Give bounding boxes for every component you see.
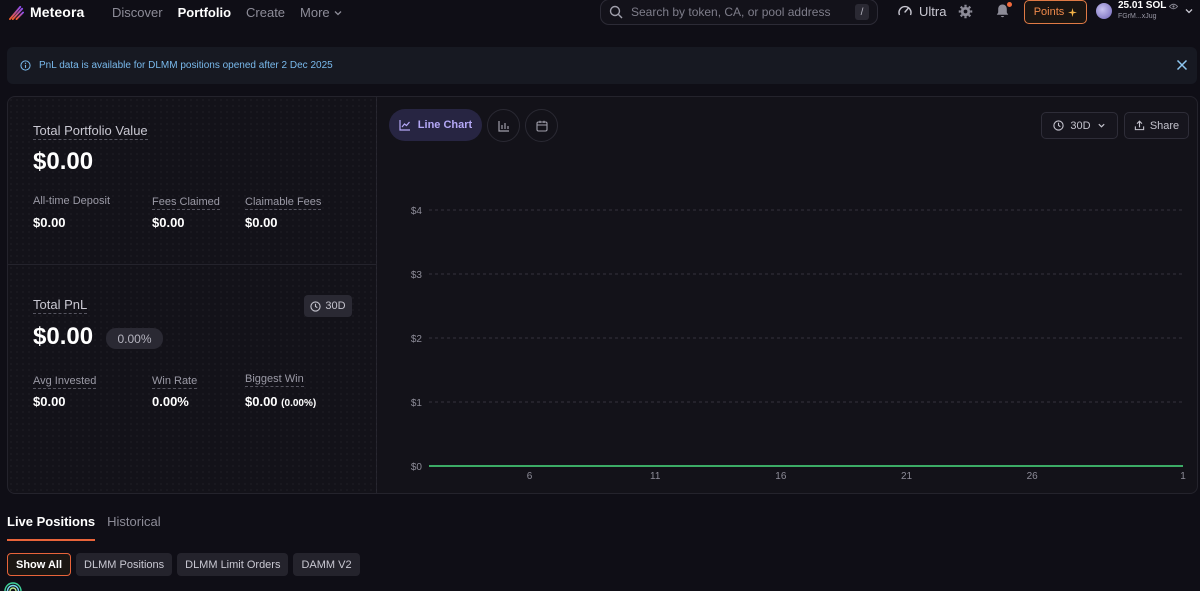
divider	[8, 264, 377, 265]
brand-logo[interactable]: Meteora	[9, 4, 84, 20]
pnl-period-badge: 30D	[304, 295, 352, 317]
points-label: Points	[1033, 6, 1065, 18]
search-box[interactable]: /	[600, 0, 878, 25]
calendar-tab[interactable]	[525, 109, 558, 142]
deposit-label: All-time Deposit	[33, 195, 111, 207]
nav-portfolio[interactable]: Portfolio	[178, 5, 231, 20]
deposit-value: $0.00	[33, 215, 66, 230]
line-chart-label: Line Chart	[417, 119, 473, 131]
wallet-balance: 25.01 SOL	[1118, 0, 1179, 11]
pnl-period-label: 30D	[325, 300, 346, 312]
nav-create[interactable]: Create	[246, 5, 285, 20]
y-tick-label: $0	[411, 462, 423, 473]
avg-invested-value: $0.00	[33, 394, 66, 409]
y-tick-label: $3	[411, 270, 423, 281]
biggest-win-value: $0.00	[245, 394, 278, 409]
search-shortcut-key: /	[855, 4, 869, 20]
positions-tabs: Live Positions Historical	[7, 514, 161, 541]
nav-more-label: More	[300, 5, 330, 20]
clock-icon	[1053, 120, 1065, 131]
portfolio-card: Total Portfolio Value $0.00 All-time Dep…	[7, 96, 1198, 494]
wallet-balance-value: 25.01 SOL	[1118, 0, 1167, 11]
pnl-info-banner: PnL data is available for DLMM positions…	[7, 47, 1197, 84]
chevron-down-icon	[334, 10, 342, 15]
fees-claimed-label: Fees Claimed	[152, 196, 220, 210]
win-rate-value: 0.00%	[152, 394, 189, 409]
filter-damm-v2[interactable]: DAMM V2	[293, 553, 360, 576]
wallet-avatar	[1096, 2, 1112, 19]
win-rate-label: Win Rate	[152, 375, 198, 389]
share-button[interactable]: Share	[1124, 112, 1189, 139]
nav-discover[interactable]: Discover	[112, 5, 163, 20]
wallet-info: 25.01 SOL FGrM...xJug	[1118, 0, 1179, 20]
filter-dlmm-limit-orders[interactable]: DLMM Limit Orders	[177, 553, 289, 576]
wallet-button[interactable]: 25.01 SOL FGrM...xJug	[1096, 1, 1194, 20]
nav-links: Discover Portfolio Create More	[112, 5, 343, 20]
chevron-down-icon	[1185, 8, 1193, 13]
support-widget-icon[interactable]	[3, 573, 23, 591]
gear-icon[interactable]	[958, 4, 973, 19]
claimable-fees-value: $0.00	[245, 215, 278, 230]
position-filters: Show All DLMM Positions DLMM Limit Order…	[7, 553, 360, 576]
portfolio-value-title: Total Portfolio Value	[33, 123, 148, 140]
x-tick-label: 21	[901, 471, 913, 482]
biggest-win-percent: (0.00%)	[281, 398, 317, 409]
tab-historical[interactable]: Historical	[107, 514, 160, 541]
banner-text: PnL data is available for DLMM positions…	[39, 60, 333, 71]
points-button[interactable]: Points	[1024, 0, 1087, 24]
biggest-win: $0.00 (0.00%)	[245, 394, 316, 409]
x-tick-label: 26	[1027, 471, 1039, 482]
notifications-button[interactable]	[995, 2, 1012, 24]
sparkle-icon	[1068, 7, 1078, 17]
calendar-icon	[535, 120, 548, 132]
biggest-win-label: Biggest Win	[245, 373, 304, 387]
search-input[interactable]	[631, 5, 847, 19]
pnl-value: $0.00	[33, 323, 94, 350]
top-nav: Meteora Discover Portfolio Create More /…	[0, 0, 1200, 25]
fees-claimed-value: $0.00	[152, 215, 185, 230]
eye-icon[interactable]	[1169, 3, 1179, 10]
y-tick-label: $4	[411, 206, 423, 217]
nav-more[interactable]: More	[300, 5, 343, 20]
chart-period-select[interactable]: 30D	[1041, 112, 1118, 139]
search-icon	[609, 5, 623, 19]
ultra-label: Ultra	[919, 3, 947, 19]
clock-icon	[310, 300, 322, 312]
x-tick-label: 6	[527, 471, 533, 482]
portfolio-line-chart: $0 $1 $2 $3 $4 6 11 16 21 26 1	[411, 206, 1186, 482]
share-icon	[1134, 120, 1144, 131]
meteora-logo-icon	[9, 5, 24, 20]
wallet-address: FGrM...xJug	[1118, 13, 1157, 20]
ultra-toggle[interactable]: Ultra	[897, 3, 946, 19]
chevron-down-icon	[1097, 123, 1105, 128]
claimable-fees-label: Claimable Fees	[245, 196, 322, 210]
portfolio-value: $0.00	[33, 148, 94, 175]
tab-live-positions[interactable]: Live Positions	[7, 514, 96, 541]
pnl-title: Total PnL	[33, 297, 88, 314]
brand-name: Meteora	[30, 4, 85, 20]
line-chart-icon	[399, 120, 410, 131]
filter-dlmm-positions[interactable]: DLMM Positions	[76, 553, 173, 576]
avg-invested-label: Avg Invested	[33, 375, 97, 389]
y-tick-label: $1	[411, 398, 423, 409]
notification-dot	[1007, 2, 1012, 7]
speedometer-icon	[898, 5, 912, 16]
bar-chart-icon	[497, 120, 509, 132]
pnl-percent-badge: 0.00%	[106, 328, 163, 349]
bar-chart-tab[interactable]	[487, 109, 520, 142]
chart-period-label: 30D	[1070, 119, 1091, 132]
x-tick-label: 11	[650, 471, 661, 482]
share-label: Share	[1149, 119, 1180, 132]
close-icon[interactable]	[1176, 59, 1188, 71]
info-icon	[20, 60, 31, 71]
line-chart-tab[interactable]: Line Chart	[389, 109, 482, 141]
x-tick-label: 1	[1180, 471, 1186, 482]
x-tick-label: 16	[775, 471, 787, 482]
portfolio-summary: Total Portfolio Value $0.00 All-time Dep…	[8, 97, 377, 493]
y-tick-label: $2	[411, 334, 423, 345]
